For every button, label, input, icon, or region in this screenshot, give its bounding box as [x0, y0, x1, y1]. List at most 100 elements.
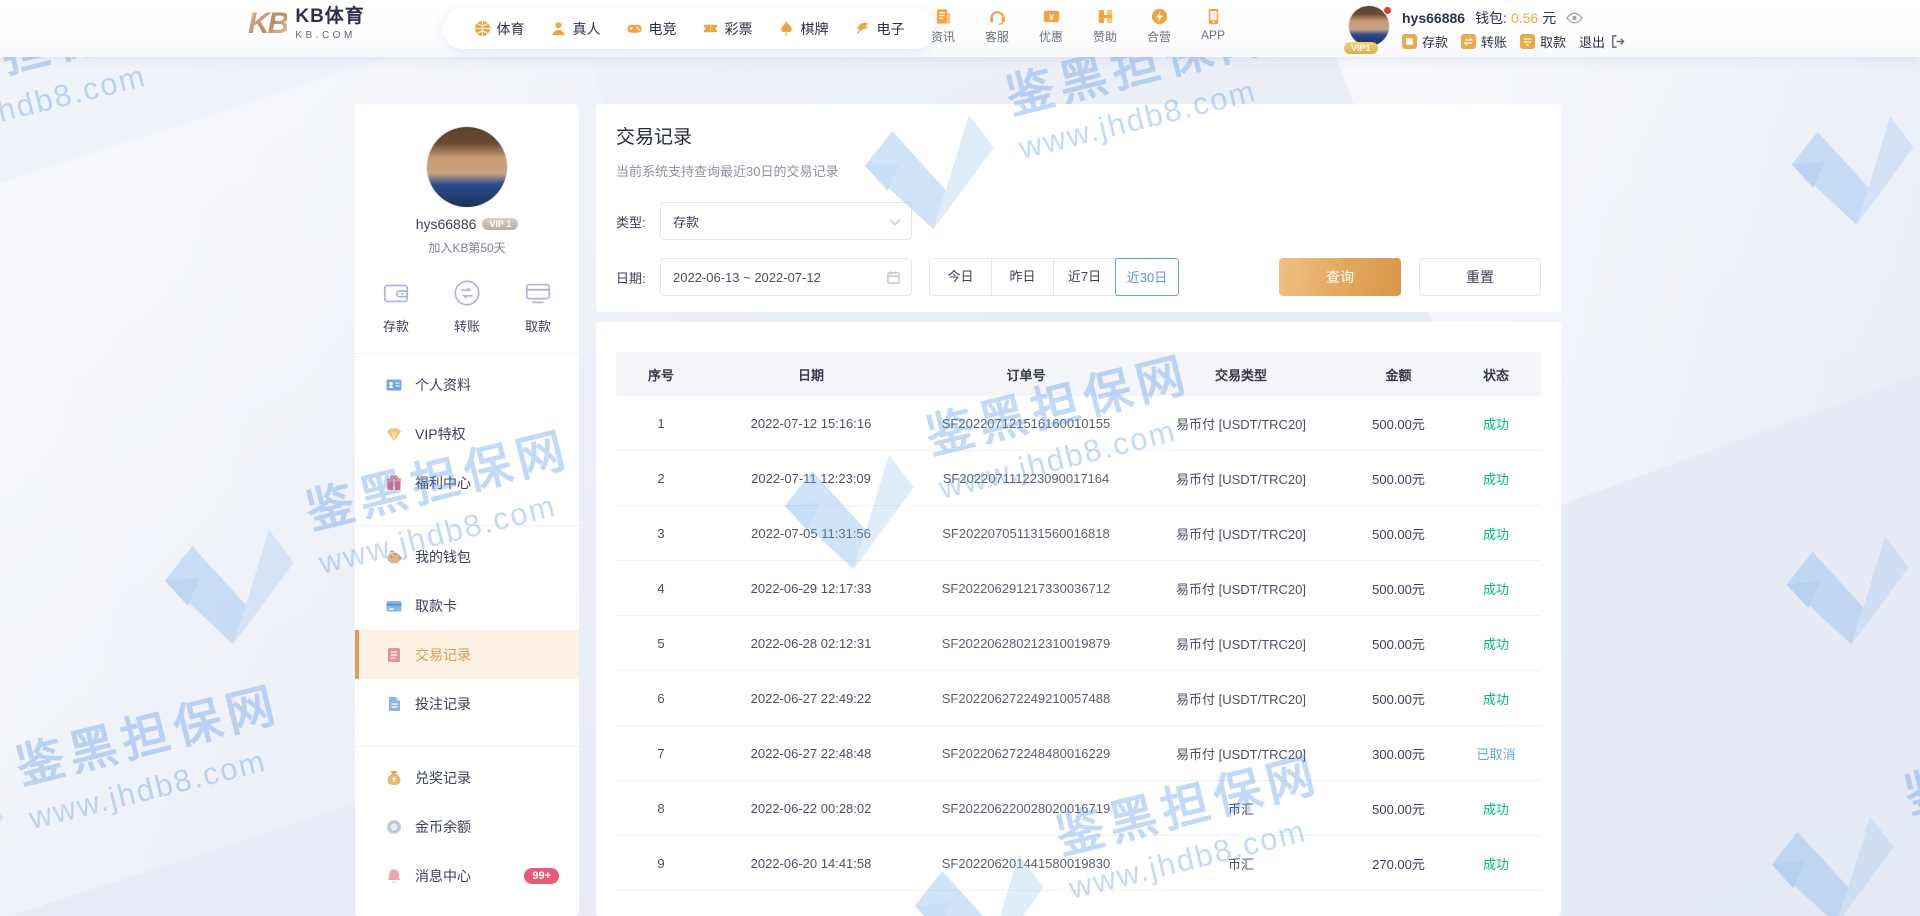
wallet-amount: 0.56 — [1510, 10, 1539, 26]
quick-link-label: 合营 — [1146, 30, 1171, 44]
query-button[interactable]: 查询 — [1279, 258, 1401, 296]
watermark: 鉴黑担保网www.jhdb8.com — [1744, 698, 1920, 916]
user-account-area: VIP1 hys66886 钱包: 0.56 元 存款 转账 取款 退出 — [1344, 5, 1625, 54]
col-header-date: 日期 — [797, 367, 824, 383]
quick-link-partner[interactable]: 合营 — [1138, 7, 1180, 45]
nav-item-lottery[interactable]: 彩票 — [702, 19, 753, 39]
headset-icon — [988, 7, 1007, 26]
sidebar-deposit-button[interactable]: 存款 — [381, 278, 411, 335]
quick-link-label: APP — [1200, 28, 1225, 42]
sidebar-item-transactions[interactable]: 交易记录 — [355, 630, 579, 679]
bell-icon — [387, 869, 401, 883]
basketball-icon — [474, 20, 491, 37]
sidebar-item-wallet[interactable]: 我的钱包 — [355, 532, 579, 581]
avatar[interactable] — [426, 126, 508, 208]
nav-label: 棋牌 — [800, 20, 829, 37]
transaction-filter-card: 交易记录 当前系统支持查询最近30日的交易记录 类型: 存款 日期: 2022-… — [596, 104, 1561, 312]
withdraw-card-icon — [525, 283, 551, 304]
quick-link-label: 赞助 — [1092, 30, 1117, 44]
quick-link-app[interactable]: APP — [1192, 7, 1234, 45]
sidebar-item-withdraw-card[interactable]: 取款卡 — [355, 581, 579, 630]
header-withdraw-button[interactable]: 取款 — [1520, 32, 1566, 51]
divider — [355, 353, 579, 354]
date-label: 日期: — [616, 270, 646, 286]
type-select-value: 存款 — [673, 214, 700, 230]
logout-button[interactable]: 退出 — [1579, 32, 1625, 51]
live-person-icon — [550, 20, 567, 37]
coupon-icon: ¥ — [1042, 7, 1061, 26]
col-header-amount: 金额 — [1385, 367, 1412, 383]
range-30days-button[interactable]: 近30日 — [1115, 258, 1179, 296]
sidebar-item-messages[interactable]: 消息中心 99+ — [355, 851, 579, 900]
bank-card-icon — [386, 600, 402, 611]
status-badge: 成功 — [1482, 636, 1509, 652]
status-badge: 成功 — [1482, 581, 1509, 597]
sidebar-item-prizes[interactable]: 兑奖记录 — [355, 753, 579, 802]
nav-item-sports[interactable]: 体育 — [474, 19, 525, 39]
wallet-unit: 元 — [1542, 10, 1557, 26]
transaction-table-card: 序号 日期 订单号 交易类型 金额 状态 1 2022-07-12 15:16:… — [596, 322, 1561, 916]
status-badge: 已取消 — [1476, 746, 1516, 762]
header-transfer-button[interactable]: 转账 — [1461, 32, 1507, 51]
sidebar-item-welfare[interactable]: 福利中心 — [355, 458, 579, 507]
date-range-value: 2022-06-13 ~ 2022-07-12 — [673, 269, 821, 285]
sidebar-quick-actions: 存款 转账 取款 — [355, 278, 579, 335]
status-badge: 成功 — [1482, 801, 1509, 817]
site-name: KB体育 — [295, 6, 365, 28]
quick-link-news[interactable]: 资讯 — [922, 7, 964, 45]
table-row: 6 2022-06-27 22:49:22 SF2022062722492100… — [616, 671, 1541, 726]
table-row: 4 2022-06-29 12:17:33 SF2022062912173300… — [616, 561, 1541, 616]
table-row: 8 2022-06-22 00:28:02 SF2022062200280200… — [616, 781, 1541, 836]
wallet-icon — [383, 284, 409, 303]
status-badge: 成功 — [1482, 416, 1509, 432]
col-header-no: 序号 — [647, 367, 674, 383]
table-row: 5 2022-06-28 02:12:31 SF2022062802123100… — [616, 616, 1541, 671]
range-7days-button[interactable]: 近7日 — [1054, 259, 1116, 295]
sidebar-transfer-button[interactable]: 转账 — [452, 278, 482, 335]
site-logo[interactable]: KB KB体育 KB.COM — [248, 6, 365, 41]
status-badge: 成功 — [1482, 856, 1509, 872]
money-bag-icon — [387, 770, 401, 785]
range-today-button[interactable]: 今日 — [930, 259, 992, 295]
status-badge: 成功 — [1482, 691, 1509, 707]
coin-icon — [387, 819, 401, 834]
quick-link-label: 资讯 — [930, 30, 955, 44]
col-header-status: 状态 — [1482, 367, 1509, 383]
bet-record-icon — [389, 696, 400, 711]
sidebar-item-bets[interactable]: 投注记录 — [355, 679, 579, 728]
nav-item-slots[interactable]: 电子 — [854, 19, 905, 39]
sidebar-withdraw-button[interactable]: 取款 — [523, 278, 553, 335]
table-row: 1 2022-07-12 15:16:16 SF2022071215161600… — [616, 396, 1541, 451]
header-deposit-button[interactable]: 存款 — [1402, 32, 1448, 51]
quick-link-sponsor[interactable]: 赞助 — [1084, 7, 1126, 45]
site-domain: KB.COM — [295, 29, 356, 41]
quick-link-support[interactable]: 客服 — [976, 7, 1018, 45]
nav-item-esports[interactable]: 电竞 — [626, 19, 677, 39]
spade-icon — [778, 20, 795, 37]
logout-icon — [1612, 35, 1625, 48]
eye-icon[interactable] — [1566, 12, 1584, 24]
vip-diamond-icon — [387, 428, 401, 441]
reset-button[interactable]: 重置 — [1419, 258, 1541, 296]
wallet-label: 钱包: — [1475, 10, 1507, 26]
vip-badge: VIP1 — [1344, 42, 1378, 54]
nav-label: 电子 — [876, 20, 905, 37]
nav-label: 电竞 — [648, 20, 677, 37]
quick-link-promo[interactable]: ¥ 优惠 — [1030, 7, 1072, 45]
nav-item-chess[interactable]: 棋牌 — [778, 19, 829, 39]
range-yesterday-button[interactable]: 昨日 — [992, 259, 1054, 295]
join-days-text: 加入KB第50天 — [428, 241, 506, 255]
divider — [355, 746, 579, 747]
top-navigation-bar: KB KB体育 KB.COM 体育 真人 电竞 彩票 棋牌 电子 资讯 客服 ¥… — [0, 0, 1920, 57]
slots-icon — [854, 20, 871, 37]
sidebar-item-profile[interactable]: 个人资料 — [355, 360, 579, 409]
sidebar-item-gold-balance[interactable]: 金币余额 — [355, 802, 579, 851]
jhdb8-watermark-logo — [1791, 116, 1914, 225]
jhdb8-watermark-logo — [1771, 816, 1894, 916]
nav-item-live[interactable]: 真人 — [550, 19, 601, 39]
sidebar-item-vip[interactable]: VIP特权 — [355, 409, 579, 458]
type-select[interactable]: 存款 — [660, 202, 912, 240]
date-range-input[interactable]: 2022-06-13 ~ 2022-07-12 — [660, 258, 912, 296]
quick-link-label: 优惠 — [1038, 30, 1063, 44]
svg-text:¥: ¥ — [1049, 12, 1054, 22]
